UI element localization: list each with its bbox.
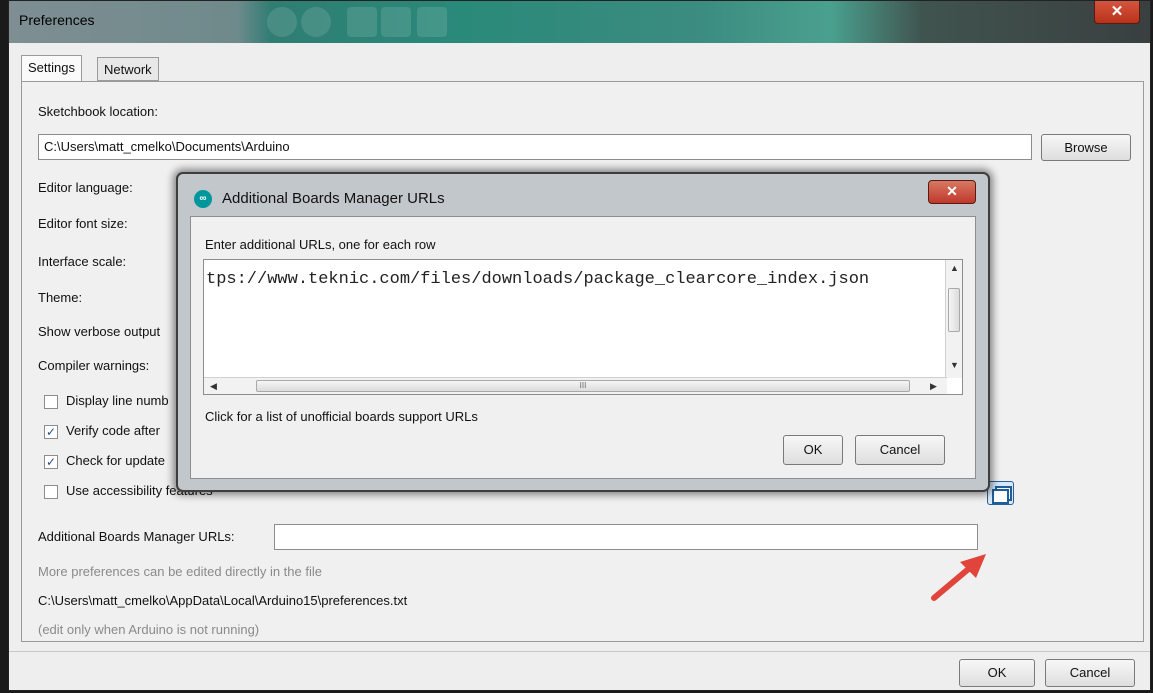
dialog-instruction: Enter additional URLs, one for each row xyxy=(205,237,436,252)
sketchbook-location-label: Sketchbook location: xyxy=(38,104,158,119)
more-preferences-note: More preferences can be edited directly … xyxy=(38,564,322,579)
titlebar-decoration xyxy=(417,7,447,37)
ok-button[interactable]: OK xyxy=(959,659,1035,687)
vertical-scroll-thumb[interactable] xyxy=(948,288,960,332)
accessibility-checkbox[interactable] xyxy=(44,485,58,499)
compiler-warnings-label: Compiler warnings: xyxy=(38,358,150,373)
browse-button[interactable]: Browse xyxy=(1041,134,1131,161)
boards-urls-dialog: ∞ Additional Boards Manager URLs ✕ Enter… xyxy=(176,172,990,492)
tab-settings[interactable]: Settings xyxy=(21,55,82,82)
verbose-output-label: Show verbose output xyxy=(38,324,161,339)
editor-font-size-label: Editor font size: xyxy=(38,216,128,231)
vertical-scrollbar[interactable]: ▲ ▼ xyxy=(945,260,962,378)
scroll-left-arrow-icon[interactable]: ◀ xyxy=(210,381,217,392)
cancel-button[interactable]: Cancel xyxy=(1045,659,1135,687)
title-bar[interactable]: Preferences ✕ xyxy=(9,1,1150,43)
verify-code-checkbox[interactable]: ✓ xyxy=(44,425,58,439)
horizontal-scroll-thumb[interactable]: III xyxy=(256,380,910,392)
editor-language-label: Editor language: xyxy=(38,180,133,195)
theme-label: Theme: xyxy=(38,290,83,305)
scroll-up-arrow-icon[interactable]: ▲ xyxy=(950,263,959,273)
tab-network[interactable]: Network xyxy=(97,57,159,81)
scroll-down-arrow-icon[interactable]: ▼ xyxy=(950,360,959,370)
footer-divider xyxy=(9,651,1150,652)
dialog-close-button[interactable]: ✕ xyxy=(928,180,976,204)
url-text: tps://www.teknic.com/files/downloads/pac… xyxy=(206,270,870,289)
titlebar-decoration xyxy=(347,7,377,37)
window-title: Preferences xyxy=(19,12,95,28)
window-close-button[interactable]: ✕ xyxy=(1094,1,1140,24)
titlebar-decoration xyxy=(267,7,297,37)
annotation-arrow xyxy=(931,554,986,601)
edit-warning-note: (edit only when Arduino is not running) xyxy=(38,622,260,637)
scroll-right-arrow-icon[interactable]: ▶ xyxy=(930,381,937,392)
expand-urls-button[interactable] xyxy=(987,481,1014,505)
arduino-logo-icon: ∞ xyxy=(194,190,212,208)
check-for-updates-label: Check for update xyxy=(66,453,166,468)
unofficial-boards-link[interactable]: Click for a list of unofficial boards su… xyxy=(205,409,478,424)
horizontal-scrollbar[interactable]: ◀ III ▶ xyxy=(204,377,947,394)
boards-urls-input[interactable] xyxy=(274,524,978,550)
window-icon xyxy=(992,489,1009,504)
interface-scale-label: Interface scale: xyxy=(38,254,127,269)
preferences-file-path: C:\Users\matt_cmelko\AppData\Local\Ardui… xyxy=(38,593,408,608)
check-for-updates-checkbox[interactable]: ✓ xyxy=(44,455,58,469)
titlebar-decoration xyxy=(381,7,411,37)
display-line-numbers-label: Display line numb xyxy=(66,393,169,408)
dialog-ok-button[interactable]: OK xyxy=(783,435,843,465)
titlebar-decoration xyxy=(301,7,331,37)
display-line-numbers-checkbox[interactable] xyxy=(44,395,58,409)
verify-code-label: Verify code after xyxy=(66,423,160,438)
urls-textarea[interactable]: tps://www.teknic.com/files/downloads/pac… xyxy=(203,259,963,395)
dialog-title-bar[interactable]: ∞ Additional Boards Manager URLs ✕ xyxy=(178,174,988,216)
sketchbook-location-input[interactable]: C:\Users\matt_cmelko\Documents\Arduino xyxy=(38,134,1032,160)
dialog-body: Enter additional URLs, one for each row … xyxy=(190,216,976,479)
dialog-cancel-button[interactable]: Cancel xyxy=(855,435,945,465)
dialog-title: Additional Boards Manager URLs xyxy=(222,190,445,207)
boards-urls-label: Additional Boards Manager URLs: xyxy=(38,529,235,544)
